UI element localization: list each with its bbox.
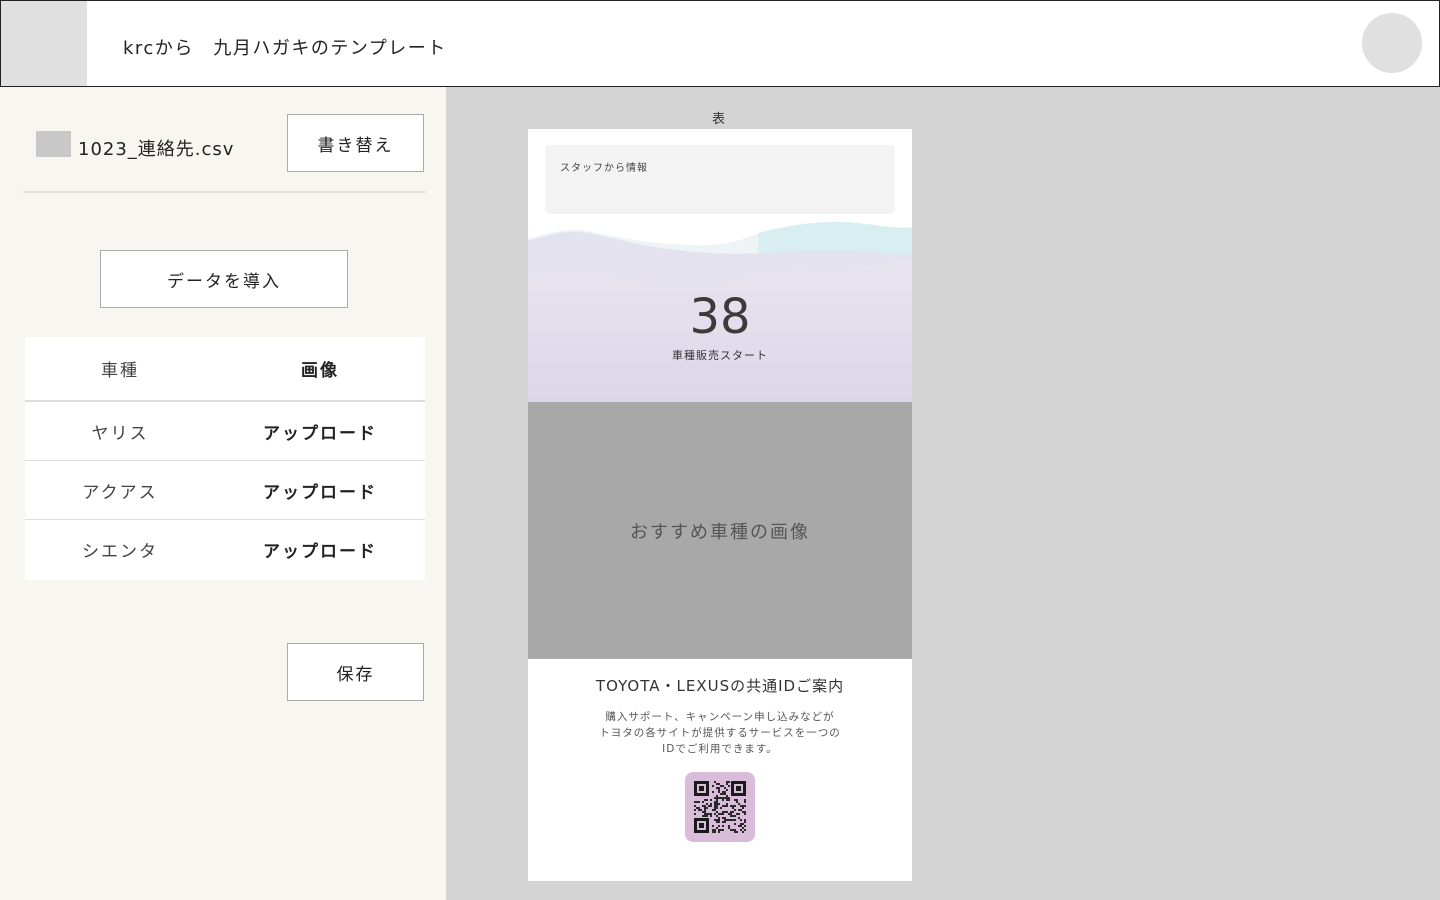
upload-button[interactable]: アップロード [215,419,425,444]
face-label: 表 [712,112,726,127]
table-row: アクアス アップロード [25,461,425,520]
id-desc-line: 購入サポート、キャンペーン申し込みなどが [605,711,835,723]
import-data-button[interactable]: データを導入 [100,250,348,308]
file-icon [36,131,71,157]
recommended-image-placeholder[interactable]: おすすめ車種の画像 [528,402,912,659]
table-row: ヤリス アップロード [25,402,425,461]
id-desc-line: トヨタの各サイトが提供するサービスを一つの [599,727,841,739]
hero-number: 38 [689,289,751,345]
avatar[interactable] [1362,13,1422,73]
postcard-preview: スタッフから情報 38 車種販売スタート おすすめ車種の画像 TOYOTA・LE… [528,129,912,881]
replace-button[interactable]: 書き替え [287,114,424,172]
logo[interactable] [1,1,87,86]
qr-code-icon [694,781,746,833]
model-name: アクアス [82,482,158,503]
id-info-title: TOYOTA・LEXUSの共通IDご案内 [595,677,845,695]
image-placeholder-label: おすすめ車種の画像 [630,521,810,543]
header-image: 画像 [301,361,339,381]
upload-button[interactable]: アップロード [215,478,425,503]
id-desc-line: IDでご利用できます。 [662,743,778,755]
divider [23,191,426,193]
page-title: krcから 九月ハガキのテンプレート [123,38,447,59]
model-name: ヤリス [91,423,149,444]
app-header: krcから 九月ハガキのテンプレート [0,0,1440,87]
qr-code [685,772,755,842]
model-image-table: 車種 画像 ヤリス アップロード アクアス アップロード シエンタ アップロード [25,337,425,580]
id-info-description: 購入サポート、キャンペーン申し込みなどが トヨタの各サイトが提供するサービスを一… [528,709,912,757]
save-button[interactable]: 保存 [287,643,424,701]
staff-info-box[interactable]: スタッフから情報 [545,145,895,214]
table-header: 車種 画像 [25,337,425,402]
file-name: 1023_連絡先.csv [78,139,235,160]
hero-subtitle: 車種販売スタート [672,349,768,362]
sidebar: 1023_連絡先.csv 書き替え データを導入 車種 画像 ヤリス アップロー… [0,87,446,900]
model-name: シエンタ [82,541,158,562]
table-row: シエンタ アップロード [25,520,425,578]
hero-banner: 38 車種販売スタート [528,219,912,402]
header-model: 車種 [101,361,139,381]
staff-info-label: スタッフから情報 [560,163,648,174]
upload-button[interactable]: アップロード [215,537,425,562]
